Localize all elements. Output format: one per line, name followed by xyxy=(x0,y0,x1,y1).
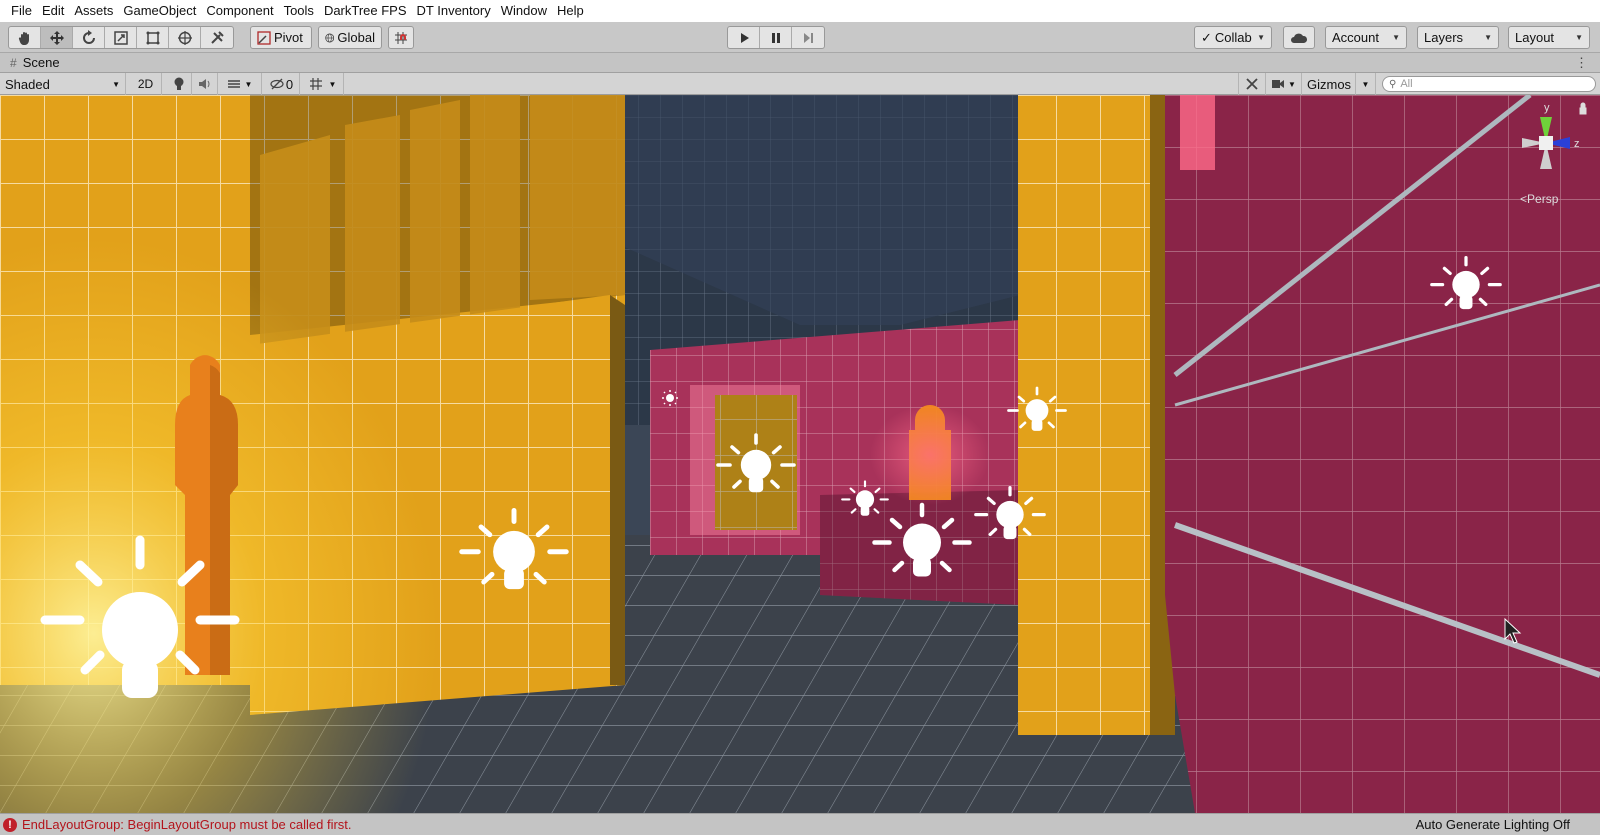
grid-snap-icon xyxy=(395,31,407,44)
scene-render: y z xyxy=(0,95,1600,813)
globe-icon xyxy=(325,33,335,42)
dropdown-arrow-icon: ▼ xyxy=(1484,33,1492,42)
pause-button[interactable] xyxy=(760,27,792,48)
light-bulb-icon xyxy=(174,77,183,90)
scene-toolbar: Shaded ▼ 2D ▼ 0 ▼ ▼ Gizmos ▼ ⚲ All xyxy=(0,73,1600,95)
dropdown-arrow-icon: ▼ xyxy=(112,79,120,89)
lighting-status[interactable]: Auto Generate Lighting Off xyxy=(1416,817,1570,832)
main-toolbar: Pivot Global ✓ Collab ▼ Account ▼ Layers… xyxy=(0,22,1600,53)
layout-label: Layout xyxy=(1515,30,1555,45)
play-icon xyxy=(740,32,749,43)
wrench-icon xyxy=(1246,78,1258,90)
menu-dt-inventory[interactable]: DT Inventory xyxy=(412,0,496,22)
svg-text:y: y xyxy=(1544,102,1550,114)
menu-file[interactable]: File xyxy=(6,0,37,22)
menu-gameobject[interactable]: GameObject xyxy=(118,0,201,22)
chevron-left-icon: < xyxy=(1520,192,1528,206)
audio-toggle[interactable] xyxy=(192,73,218,95)
gizmos-label: Gizmos xyxy=(1307,76,1352,92)
scene-tools-button[interactable] xyxy=(1238,73,1266,95)
custom-tool-icon[interactable] xyxy=(201,27,233,48)
scale-tool-icon[interactable] xyxy=(105,27,137,48)
dropdown-arrow-icon: ▼ xyxy=(1361,79,1370,89)
dropdown-arrow-icon: ▼ xyxy=(1257,33,1265,42)
shading-mode-label: Shaded xyxy=(5,76,50,92)
playmode-controls xyxy=(727,26,825,49)
svg-text:z: z xyxy=(1574,138,1580,150)
projection-label[interactable]: <Persp xyxy=(1520,192,1558,206)
effects-dropdown[interactable]: ▼ xyxy=(218,73,262,95)
pivot-icon xyxy=(257,30,271,45)
menu-darktree-fps[interactable]: DarkTree FPS xyxy=(319,0,412,22)
search-placeholder: All xyxy=(1400,78,1413,90)
dropdown-arrow-icon: ▼ xyxy=(1575,33,1583,42)
step-button[interactable] xyxy=(792,27,824,48)
scene-tab-title: Scene xyxy=(22,55,60,70)
layout-dropdown[interactable]: Layout ▼ xyxy=(1508,26,1590,49)
scene-viewport[interactable]: y z <Persp xyxy=(0,95,1600,813)
2d-label: 2D xyxy=(137,77,154,91)
pause-icon xyxy=(771,32,780,43)
play-button[interactable] xyxy=(728,27,760,48)
speaker-icon xyxy=(198,79,209,89)
global-button[interactable]: Global xyxy=(318,26,382,49)
search-icon: ⚲ xyxy=(1389,78,1397,90)
console-error-message[interactable]: EndLayoutGroup: BeginLayoutGroup must be… xyxy=(22,817,352,832)
pivot-label: Pivot xyxy=(274,30,303,45)
transform-tools xyxy=(8,26,234,49)
layers-dropdown[interactable]: Layers ▼ xyxy=(1417,26,1499,49)
menu-window[interactable]: Window xyxy=(496,0,552,22)
snap-button[interactable] xyxy=(388,26,414,49)
cloud-icon xyxy=(1291,33,1308,43)
camera-dropdown[interactable]: ▼ xyxy=(1266,73,1302,95)
global-label: Global xyxy=(337,30,375,45)
gizmos-button[interactable]: Gizmos xyxy=(1302,73,1356,95)
camera-icon xyxy=(1272,80,1285,88)
move-tool-icon[interactable] xyxy=(41,27,73,48)
hidden-count: 0 xyxy=(285,76,294,92)
error-icon: ! xyxy=(3,817,17,832)
account-label: Account xyxy=(1332,30,1379,45)
tab-menu-icon[interactable]: ⋮ xyxy=(1575,55,1588,71)
cloud-button[interactable] xyxy=(1283,26,1315,49)
scene-tab[interactable]: # Scene ⋮ xyxy=(0,53,1600,73)
shading-mode-dropdown[interactable]: Shaded ▼ xyxy=(0,73,126,95)
menu-tools[interactable]: Tools xyxy=(279,0,319,22)
effects-icon xyxy=(227,80,240,88)
check-icon: ✓ xyxy=(1201,29,1212,45)
collab-label: Collab xyxy=(1214,30,1252,45)
gizmos-dropdown[interactable]: ▼ xyxy=(1356,73,1376,95)
lighting-toggle[interactable] xyxy=(166,73,192,95)
scene-search-input[interactable]: ⚲ All xyxy=(1382,76,1596,92)
dropdown-arrow-icon: ▼ xyxy=(1288,79,1296,89)
step-icon xyxy=(804,32,813,43)
status-bar: ! EndLayoutGroup: BeginLayoutGroup must … xyxy=(0,813,1600,835)
menu-edit[interactable]: Edit xyxy=(37,0,69,22)
menu-bar: File Edit Assets GameObject Component To… xyxy=(0,0,1600,22)
dropdown-arrow-icon: ▼ xyxy=(1392,33,1400,42)
menu-help[interactable]: Help xyxy=(552,0,589,22)
layers-label: Layers xyxy=(1424,30,1464,45)
hidden-objects-toggle[interactable]: 0 xyxy=(264,73,300,95)
pivot-button[interactable]: Pivot xyxy=(250,26,312,49)
rotate-tool-icon[interactable] xyxy=(73,27,105,48)
eye-hidden-icon xyxy=(270,78,284,90)
collab-dropdown[interactable]: ✓ Collab ▼ xyxy=(1194,26,1272,49)
grid-dropdown[interactable]: ▼ xyxy=(302,73,344,95)
dropdown-arrow-icon: ▼ xyxy=(244,79,253,89)
rect-tool-icon[interactable] xyxy=(137,27,169,48)
dropdown-arrow-icon: ▼ xyxy=(328,79,337,89)
grid-icon xyxy=(309,78,322,90)
menu-component[interactable]: Component xyxy=(201,0,278,22)
transform-tool-icon[interactable] xyxy=(169,27,201,48)
2d-toggle[interactable]: 2D xyxy=(130,73,162,95)
hand-tool-icon[interactable] xyxy=(9,27,41,48)
account-dropdown[interactable]: Account ▼ xyxy=(1325,26,1407,49)
grid-icon: # xyxy=(10,55,17,70)
menu-assets[interactable]: Assets xyxy=(69,0,118,22)
